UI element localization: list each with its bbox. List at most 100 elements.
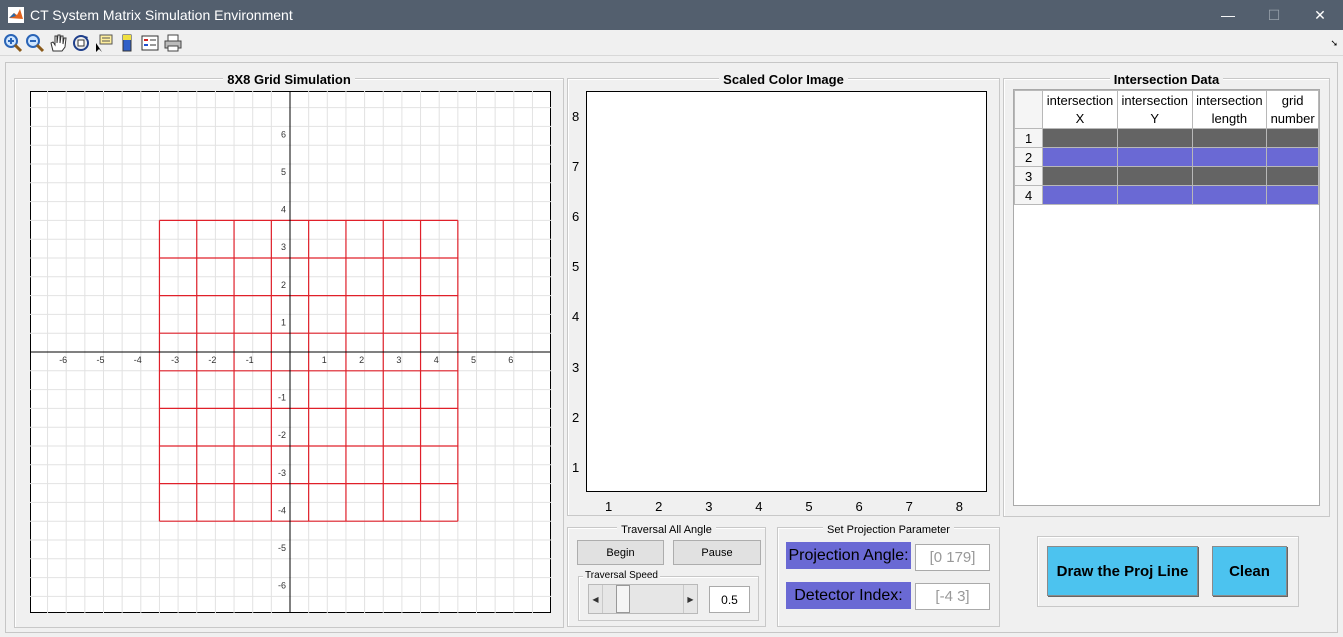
image-y-tick-label: 7 (572, 159, 580, 175)
rotate-icon[interactable] (71, 33, 91, 53)
y-tick-label: -5 (278, 543, 286, 553)
x-tick-label: -3 (171, 355, 179, 365)
column-header[interactable]: intersection X (1042, 90, 1118, 129)
table-cell[interactable] (1266, 128, 1319, 148)
window-title: CT System Matrix Simulation Environment (30, 7, 293, 23)
maximize-button[interactable]: ☐ (1251, 0, 1297, 30)
y-tick-label: 5 (281, 167, 286, 177)
image-x-tick-label: 6 (855, 499, 863, 514)
table-cell[interactable] (1042, 147, 1118, 167)
image-y-tick-label: 2 (572, 409, 580, 425)
matlab-icon (8, 7, 24, 23)
table-cell[interactable] (1042, 166, 1118, 186)
image-x-tick-label: 8 (955, 499, 963, 514)
table-cell[interactable] (1116, 166, 1193, 186)
table-row[interactable]: 1 (1014, 128, 1319, 148)
x-tick-label: 3 (396, 355, 401, 365)
column-header[interactable]: grid number (1266, 90, 1319, 129)
slider-left-arrow-icon[interactable]: ◀ (589, 585, 603, 613)
table-row[interactable]: 4 (1014, 185, 1319, 205)
table-cell[interactable] (1116, 128, 1193, 148)
grid-simulation-axes[interactable]: -6 -5 -4 -3 -2 -1 1 2 3 4 5 6 6 5 4 3 2 1 -1 -2 -3 -4 -5 -6 (30, 91, 551, 613)
table-cell[interactable] (1116, 147, 1193, 167)
figure-toolbar: ➘ (0, 30, 1343, 56)
x-tick-label: -4 (134, 355, 142, 365)
x-tick-label: 5 (471, 355, 476, 365)
intersection-table[interactable]: intersection X intersection Y intersecti… (1014, 90, 1319, 205)
x-tick-label: 2 (359, 355, 364, 365)
y-tick-label: -3 (278, 468, 286, 478)
y-tick-label: 4 (281, 205, 286, 215)
image-x-tick-label: 2 (655, 499, 663, 514)
draw-proj-line-button[interactable]: Draw the Proj Line (1047, 546, 1198, 596)
image-x-tick-label: 1 (605, 499, 613, 514)
table-cell[interactable] (1191, 185, 1268, 205)
projection-panel-title: Set Projection Parameter (823, 524, 954, 536)
table-row[interactable]: 3 (1014, 166, 1319, 186)
slider-right-arrow-icon[interactable]: ▶ (683, 585, 697, 613)
table-cell[interactable] (1266, 185, 1319, 205)
image-y-tick-label: 5 (572, 259, 580, 275)
begin-button[interactable]: Begin (577, 540, 664, 565)
table-row[interactable]: 2 (1014, 147, 1319, 167)
image-x-tick-label: 7 (905, 499, 913, 514)
scaled-image-axes[interactable] (586, 91, 987, 492)
print-icon[interactable] (163, 33, 183, 53)
table-cell[interactable] (1191, 147, 1268, 167)
table-cell[interactable] (1042, 185, 1118, 205)
intersection-panel-title: Intersection Data (1109, 72, 1224, 87)
image-x-tick-label: 4 (755, 499, 763, 514)
toolbar-collapse-icon[interactable]: ➘ (1330, 38, 1338, 49)
intersection-table-container[interactable]: intersection X intersection Y intersecti… (1013, 89, 1320, 506)
image-y-tick-label: 1 (572, 459, 580, 475)
projection-angle-label: Projection Angle: (786, 542, 911, 569)
table-cell[interactable] (1042, 128, 1118, 148)
legend-icon[interactable] (140, 33, 160, 53)
y-tick-label: -2 (278, 430, 286, 440)
y-tick-label: 3 (281, 242, 286, 252)
image-x-tick-label: 5 (805, 499, 813, 514)
row-header: 4 (1014, 185, 1044, 205)
detector-index-label: Detector Index: (786, 582, 911, 609)
zoom-in-icon[interactable] (3, 33, 23, 53)
image-y-tick-labels: 8 7 6 5 4 3 2 1 (568, 91, 584, 492)
y-tick-label: -1 (278, 393, 286, 403)
row-header: 3 (1014, 166, 1044, 186)
y-tick-label: 2 (281, 280, 286, 290)
slider-thumb[interactable] (616, 585, 631, 613)
image-x-tick-labels: 1 2 3 4 5 6 7 8 (586, 497, 987, 515)
pan-icon[interactable] (48, 33, 68, 53)
minimize-button[interactable]: — (1205, 0, 1251, 30)
table-cell[interactable] (1266, 147, 1319, 167)
projection-angle-input[interactable]: [0 179] (915, 544, 990, 571)
clean-button[interactable]: Clean (1212, 546, 1287, 596)
x-tick-label: 4 (434, 355, 439, 365)
x-tick-label: -5 (96, 355, 104, 365)
y-tick-label: 1 (281, 317, 286, 327)
x-tick-label: -1 (246, 355, 254, 365)
zoom-out-icon[interactable] (25, 33, 45, 53)
x-tick-label: -2 (208, 355, 216, 365)
row-header: 1 (1014, 128, 1044, 148)
colorbar-icon[interactable] (117, 33, 137, 53)
image-y-tick-label: 3 (572, 359, 580, 375)
grid-panel-title: 8X8 Grid Simulation (223, 72, 355, 87)
table-cell[interactable] (1191, 128, 1268, 148)
table-cell[interactable] (1266, 166, 1319, 186)
detector-index-input[interactable]: [-4 3] (915, 583, 990, 610)
column-header[interactable]: intersection Y (1116, 90, 1193, 129)
speed-value-field[interactable]: 0.5 (709, 586, 750, 613)
x-tick-label: 1 (322, 355, 327, 365)
y-tick-label: -4 (278, 505, 286, 515)
table-cell[interactable] (1191, 166, 1268, 186)
pause-button[interactable]: Pause (673, 540, 761, 565)
table-corner (1014, 90, 1044, 129)
table-cell[interactable] (1116, 185, 1193, 205)
close-button[interactable]: ✕ (1297, 0, 1343, 30)
traversal-speed-slider[interactable]: ◀ ▶ (588, 584, 698, 614)
title-bar: CT System Matrix Simulation Environment … (0, 0, 1343, 30)
data-cursor-icon[interactable] (94, 33, 114, 53)
traversal-speed-title: Traversal Speed (583, 570, 660, 581)
x-tick-label: -6 (59, 355, 67, 365)
column-header[interactable]: intersection length (1191, 90, 1268, 129)
